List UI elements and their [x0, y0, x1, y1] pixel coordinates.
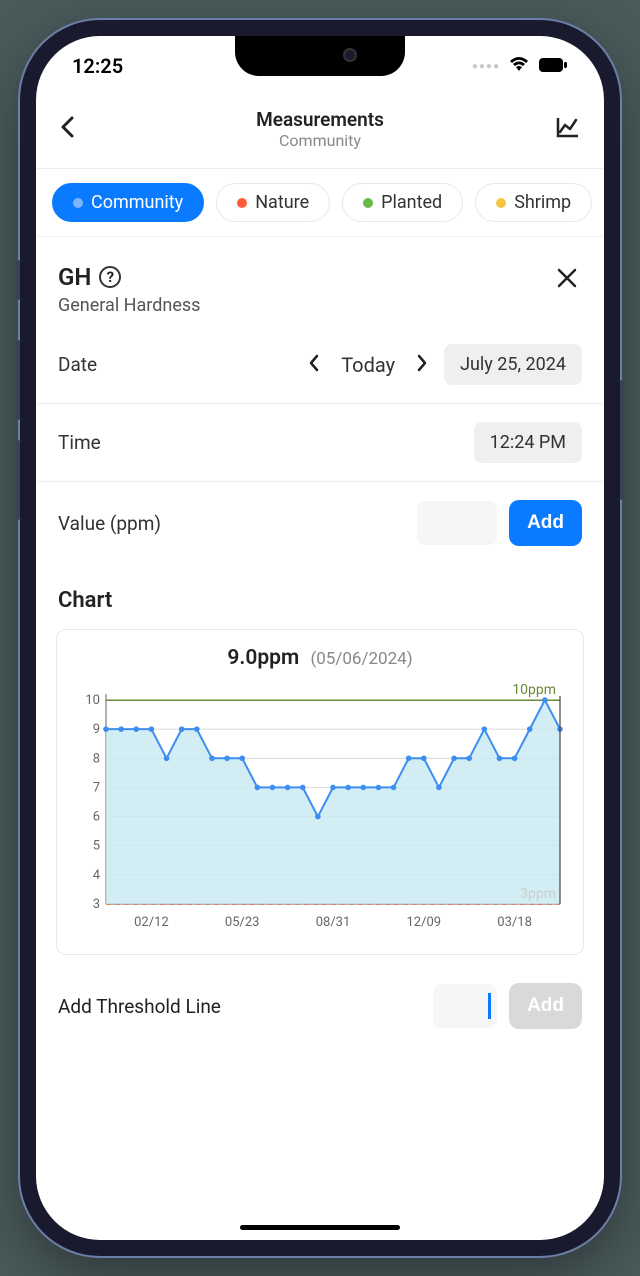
chip-label: Nature [255, 192, 309, 213]
chart-callout-date: (05/06/2024) [310, 649, 412, 669]
date-prev-button[interactable] [304, 349, 323, 381]
chip-dot-icon [73, 198, 83, 208]
svg-text:10ppm: 10ppm [512, 682, 556, 698]
wifi-icon [508, 54, 530, 78]
chip-nature[interactable]: Nature [216, 183, 330, 222]
time-picker-button[interactable]: 12:24 PM [474, 422, 582, 463]
svg-text:12/09: 12/09 [407, 915, 442, 930]
svg-text:02/12: 02/12 [134, 915, 169, 930]
svg-text:8: 8 [93, 751, 100, 766]
date-next-button[interactable] [413, 349, 432, 381]
svg-text:5: 5 [93, 839, 100, 854]
svg-text:6: 6 [93, 810, 100, 825]
chart-callout: 9.0ppm (05/06/2024) [69, 646, 571, 670]
page-subtitle: Community [256, 131, 384, 150]
add-measurement-button[interactable]: Add [509, 500, 582, 546]
chart-callout-value: 9.0ppm [227, 646, 299, 670]
battery-icon [538, 54, 568, 78]
chip-dot-icon [496, 198, 506, 208]
add-threshold-button[interactable]: Add [509, 983, 582, 1029]
chart-card: 9.0ppm (05/06/2024) 34567891010ppm3ppm02… [56, 629, 584, 955]
chip-label: Shrimp [514, 192, 571, 213]
chip-community[interactable]: Community [52, 183, 204, 222]
parameter-name: General Hardness [58, 295, 200, 316]
tank-filter-chips: Community Nature Planted Shrimp [36, 169, 604, 237]
cellular-dots-icon: ●●●● [472, 61, 500, 72]
date-picker-button[interactable]: July 25, 2024 [444, 344, 582, 385]
chip-label: Community [91, 192, 183, 213]
threshold-color-input[interactable] [433, 984, 497, 1028]
chip-shrimp[interactable]: Shrimp [475, 183, 592, 222]
page-title: Measurements [256, 108, 384, 131]
app-header: Measurements Community [36, 96, 604, 169]
svg-text:03/18: 03/18 [497, 915, 532, 930]
chart-section-title: Chart [36, 564, 604, 625]
chip-dot-icon [237, 198, 247, 208]
chip-dot-icon [363, 198, 373, 208]
chip-planted[interactable]: Planted [342, 183, 463, 222]
back-button[interactable] [60, 116, 84, 142]
svg-text:05/23: 05/23 [225, 915, 260, 930]
chip-label: Planted [381, 192, 442, 213]
time-label: Time [58, 431, 101, 454]
status-time: 12:25 [72, 54, 123, 78]
threshold-label: Add Threshold Line [58, 995, 221, 1018]
close-button[interactable] [552, 263, 582, 299]
value-input[interactable] [417, 501, 497, 545]
svg-text:9: 9 [93, 722, 100, 737]
help-icon[interactable]: ? [99, 266, 121, 288]
date-label: Date [58, 353, 97, 376]
date-stepper: Today [304, 349, 432, 381]
chart-toggle-button[interactable] [556, 116, 580, 142]
svg-text:10: 10 [85, 693, 100, 708]
parameter-code: GH [58, 263, 91, 291]
home-indicator[interactable] [240, 1225, 400, 1230]
svg-text:4: 4 [93, 868, 101, 883]
svg-text:08/31: 08/31 [316, 915, 351, 930]
gh-chart[interactable]: 34567891010ppm3ppm02/1205/2308/3112/0903… [69, 680, 571, 940]
svg-text:7: 7 [93, 780, 100, 795]
value-label: Value (ppm) [58, 512, 161, 535]
svg-text:3: 3 [93, 897, 100, 912]
date-stepper-value: Today [341, 353, 395, 377]
